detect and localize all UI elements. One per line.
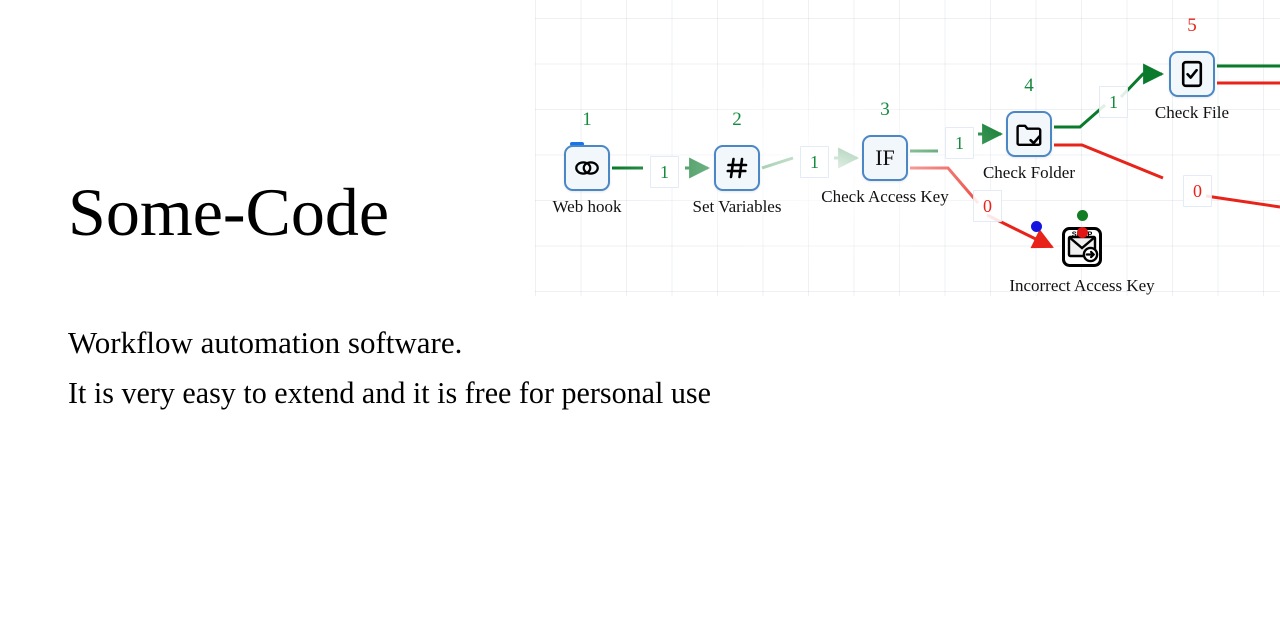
edge-label-if-true: 1 [945,127,974,159]
node-label-check-folder: Check Folder [982,163,1076,182]
file-check-icon [1181,60,1203,88]
node-body-set-variables[interactable] [714,145,760,191]
chain-link-icon [575,161,599,175]
edge-setvariables-to-checkaccesskey [761,156,794,170]
node-index-check-folder: 4 [1024,75,1034,96]
folder-check-icon [1016,124,1042,146]
node-index-check-access-key: 3 [880,99,890,120]
node-body-incorrect-access-key[interactable]: SMTP [1031,210,1105,270]
node-index-check-file: 5 [1187,15,1197,36]
node-label-check-file: Check File [1154,103,1230,122]
tagline-block: Workflow automation software. It is very… [68,318,1068,418]
edge-label-setvariables-out: 1 [800,146,829,178]
if-text-icon: IF [875,145,895,170]
workflow-canvas[interactable]: 1 1 1 0 1 0 1 Web hook 2 Set Variables 3… [500,0,1280,310]
node-body-check-file[interactable] [1169,51,1215,97]
node-port-output-error[interactable] [1077,227,1088,238]
node-body-check-folder[interactable] [1006,111,1052,157]
node-port-input[interactable] [1031,221,1042,232]
node-port-output-success[interactable] [1077,210,1088,221]
tagline-line-1: Workflow automation software. [68,325,463,360]
node-index-set-variables: 2 [732,109,742,130]
edge-label-webhook-out: 1 [650,156,679,188]
node-label-incorrect-access-key: Incorrect Access Key [1009,276,1155,295]
edge-checkfolder-false-continued [1205,194,1280,209]
edge-label-checkfolder-false: 0 [1183,175,1212,207]
hash-icon [726,157,748,179]
node-index-web-hook: 1 [582,109,592,130]
node-label-check-access-key: Check Access Key [821,187,949,206]
node-body-web-hook[interactable] [564,145,610,191]
tagline-line-2: It is very easy to extend and it is free… [68,375,711,410]
